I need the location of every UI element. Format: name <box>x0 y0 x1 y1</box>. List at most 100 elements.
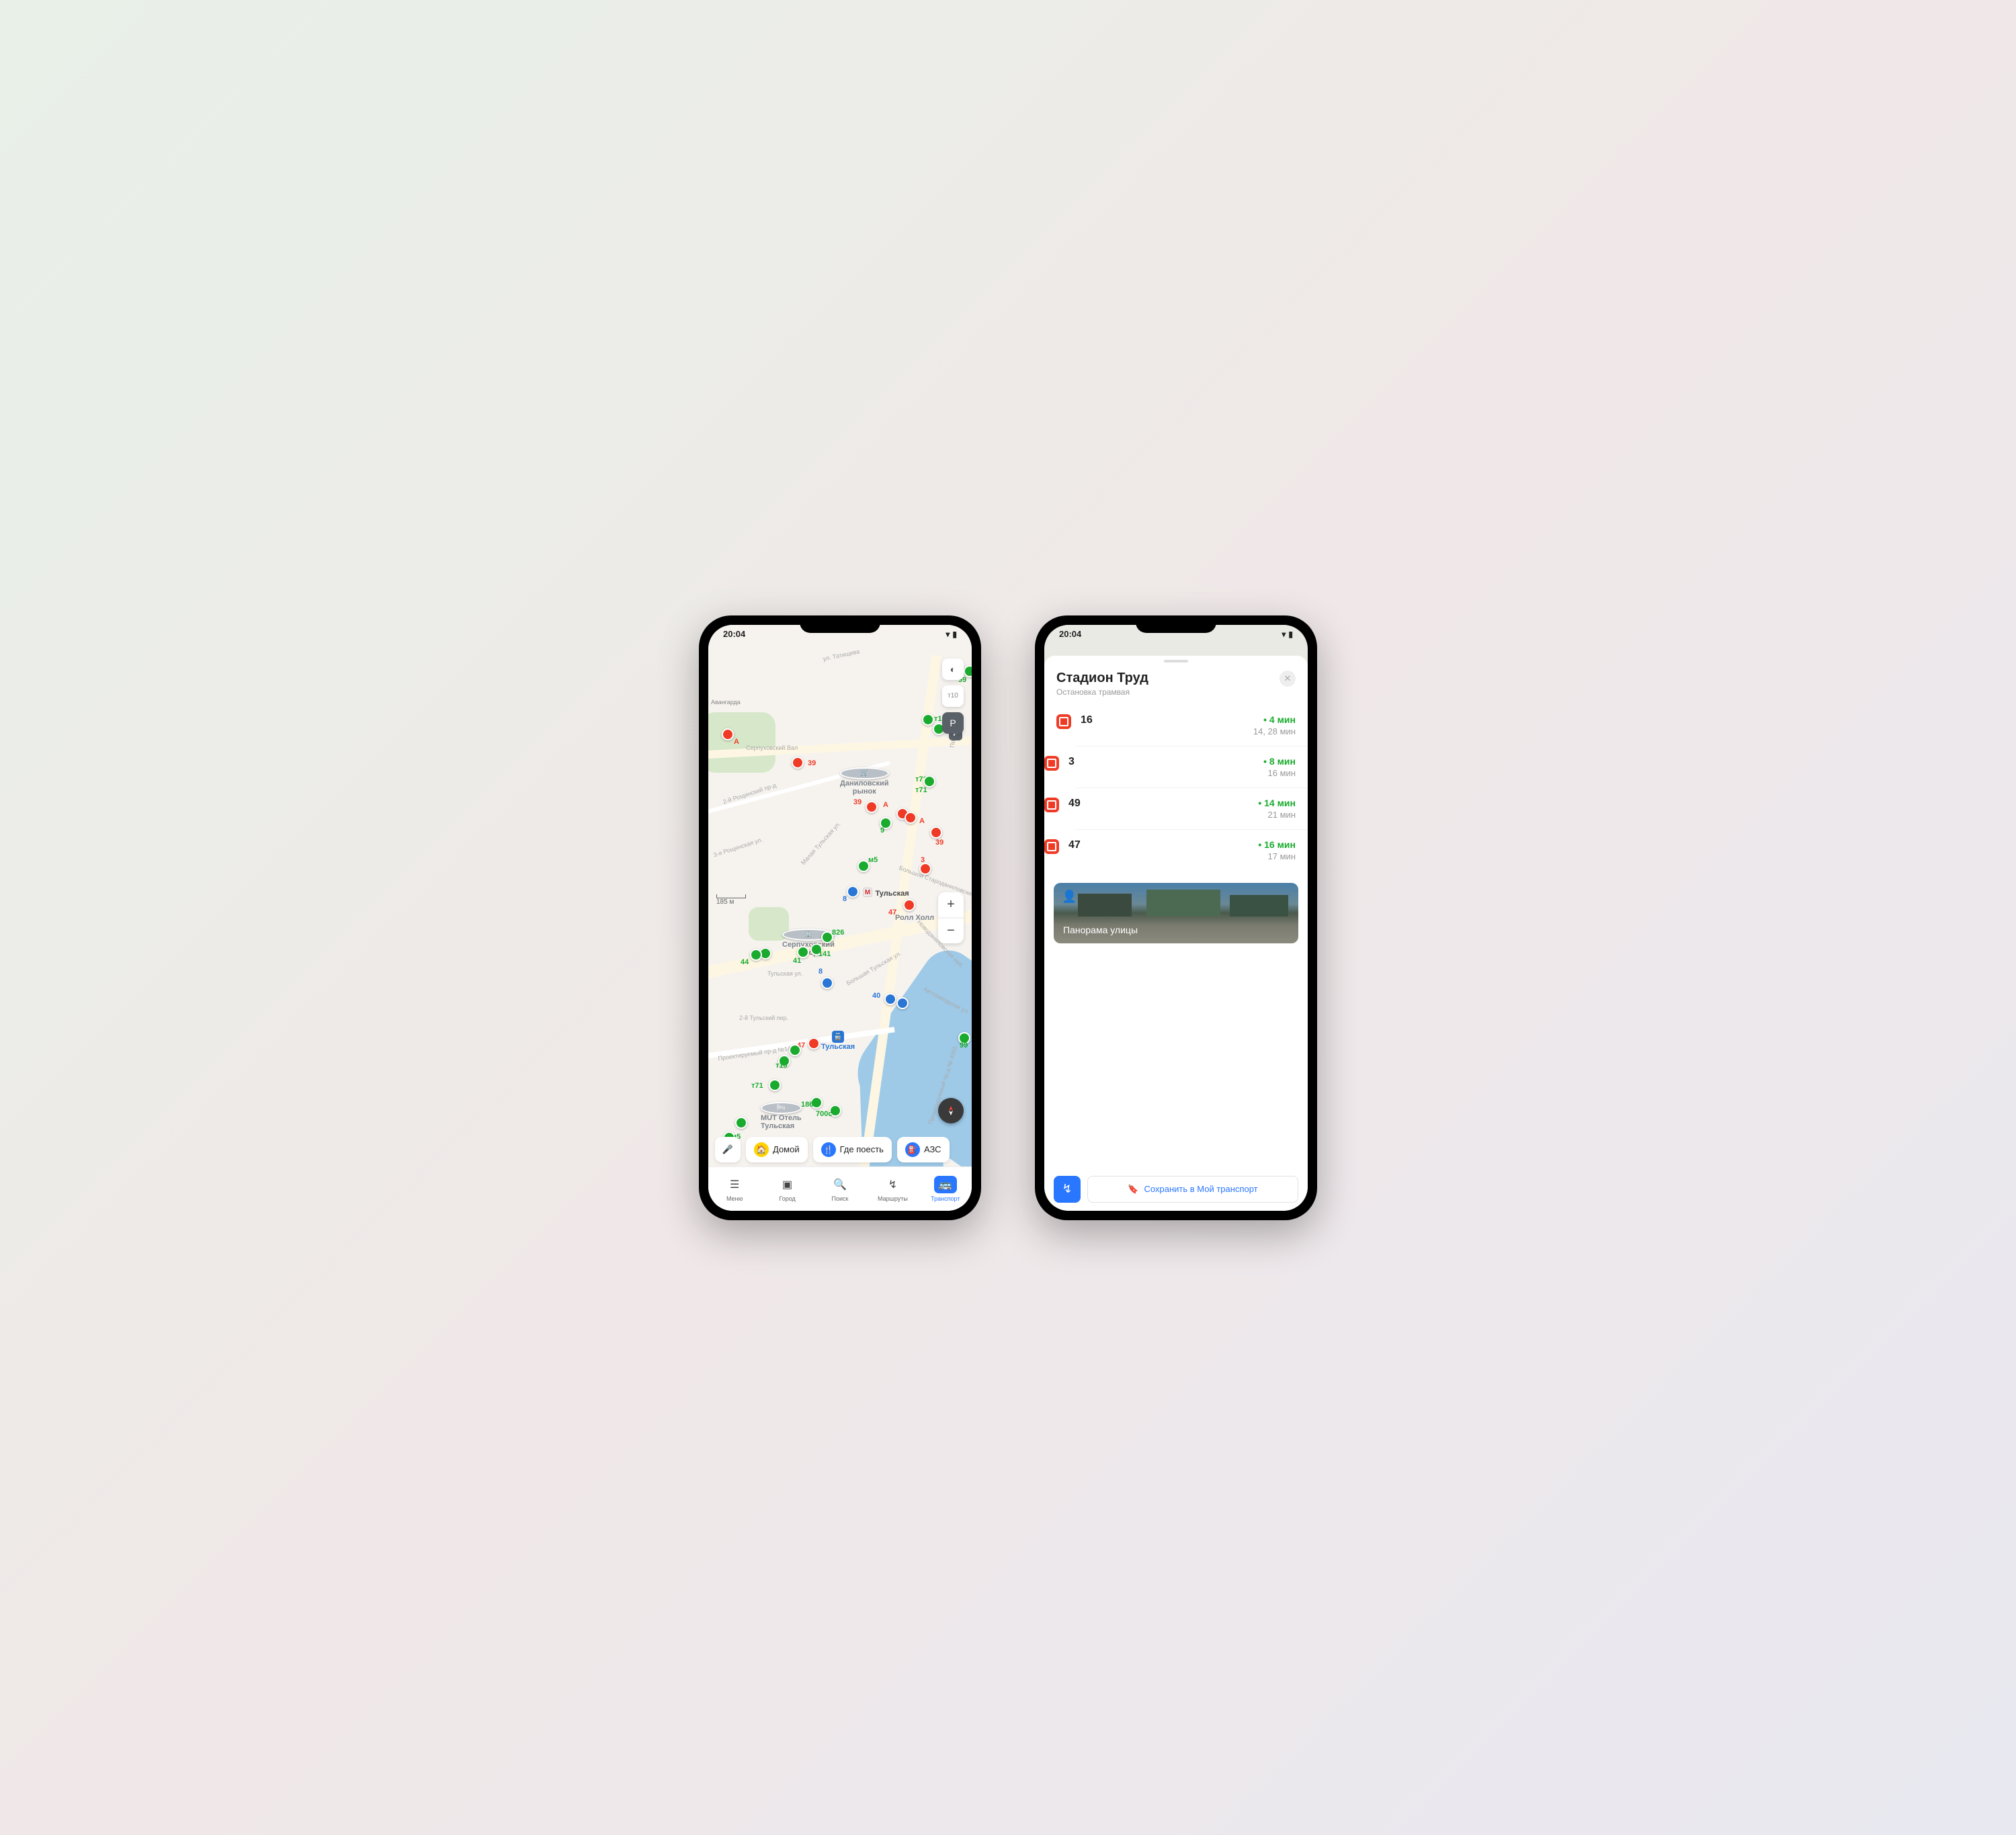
bus-marker[interactable] <box>922 714 934 726</box>
nav-routes[interactable]: ↯Маршруты <box>866 1167 919 1211</box>
marker-label: 40 <box>872 992 880 1000</box>
chip-gas[interactable]: ⛽АЗС <box>897 1137 950 1162</box>
tram-marker[interactable] <box>866 801 878 813</box>
zoom-out-button[interactable]: − <box>938 918 964 943</box>
marker-label: 99 <box>960 1041 968 1050</box>
bookmark-icon: 🔖 <box>1128 1184 1138 1195</box>
chip-label: Домой <box>773 1144 800 1154</box>
tram-icon <box>1044 798 1059 812</box>
tram-marker[interactable] <box>930 826 942 839</box>
tram-marker[interactable] <box>808 1037 820 1050</box>
close-icon: ✕ <box>1284 673 1292 684</box>
bus-marker[interactable] <box>964 665 972 677</box>
marker-label: т71 <box>751 1082 763 1090</box>
marker-label: 47 <box>888 908 896 916</box>
route-row[interactable]: 47 16 мин 17 мин <box>1075 829 1308 871</box>
route-number: 49 <box>1068 798 1258 810</box>
marker-label: 41 <box>793 957 801 965</box>
street-label: 3-я Рощинская ул. <box>712 836 763 858</box>
save-transport-button[interactable]: 🔖 Сохранить в Мой транспорт <box>1087 1176 1298 1203</box>
marker-label: 9 <box>880 826 884 835</box>
market-icon: 🛒 <box>840 767 889 779</box>
map-canvas[interactable]: ул. Татищева Серпуховский Вал 2-й Рощинс… <box>708 625 972 1211</box>
marker-label: т71 <box>915 786 927 794</box>
zoom-in-button[interactable]: + <box>938 892 964 918</box>
parking-toggle[interactable]: P <box>942 712 964 734</box>
extra-button[interactable]: т10 <box>942 685 964 707</box>
panorama-icon: 👤 <box>1062 890 1077 904</box>
route-next: 14, 28 мин <box>1253 726 1296 736</box>
tram-marker[interactable] <box>722 728 734 740</box>
route-next: 16 мин <box>1263 768 1296 778</box>
tram-icon <box>1056 714 1071 729</box>
marker-label: 39 <box>808 759 816 767</box>
metro-marker[interactable] <box>821 977 833 989</box>
metro-marker[interactable] <box>847 886 859 898</box>
zoom-control: + − <box>938 892 964 943</box>
marker-label: 141 <box>818 950 831 958</box>
nav-transport[interactable]: 🚌Транспорт <box>919 1167 972 1211</box>
tram-marker[interactable] <box>919 863 931 875</box>
poi-tulskaya-metro[interactable]: М Тульская <box>863 887 909 899</box>
chip-label: Где поесть <box>840 1144 884 1154</box>
status-icons: ▾ ▮ <box>946 630 957 639</box>
bus-marker[interactable] <box>750 949 762 961</box>
route-row[interactable]: 49 14 мин 21 мин <box>1075 787 1308 829</box>
nav-city[interactable]: ▣Город <box>761 1167 813 1211</box>
marker-label: А <box>919 817 925 825</box>
map-screen: ул. Татищева Серпуховский Вал 2-й Рощинс… <box>708 625 972 1211</box>
nav-search[interactable]: 🔍Поиск <box>814 1167 866 1211</box>
tram-icon <box>1044 839 1059 854</box>
chip-home[interactable]: 🏠Домой <box>746 1137 808 1162</box>
clock: 20:04 <box>723 629 745 639</box>
nav-label: Меню <box>726 1195 743 1202</box>
nav-menu[interactable]: ☰Меню <box>708 1167 761 1211</box>
bottom-nav: ☰Меню ▣Город 🔍Поиск ↯Маршруты 🚌Транспорт <box>708 1166 972 1211</box>
street-label: Тульская ул. <box>767 970 802 977</box>
marker-label: 44 <box>741 958 749 966</box>
marker-label: 8 <box>818 968 823 976</box>
metro-marker[interactable] <box>884 993 896 1005</box>
routes-icon: ↯ <box>881 1176 904 1193</box>
marker-label: А <box>883 801 888 809</box>
detail-screen: 20:04 ▾ ▮ Стадион Труд Остановка трамвая… <box>1044 625 1308 1211</box>
compass-button[interactable] <box>938 1098 964 1123</box>
nav-label: Поиск <box>832 1195 849 1202</box>
marker-label: 186 <box>801 1101 813 1109</box>
food-icon: 🍴 <box>821 1142 836 1157</box>
sheet-handle[interactable] <box>1164 660 1188 663</box>
route-icon: ↯ <box>1062 1182 1072 1196</box>
scale-indicator: 185 м <box>716 894 746 906</box>
voice-search-button[interactable]: 🎤 <box>715 1137 741 1162</box>
wifi-icon: ▾ <box>946 630 950 639</box>
hotel-icon: 🛏 <box>761 1102 802 1114</box>
bus-marker[interactable] <box>789 1044 801 1056</box>
poi-label: Авангарда <box>711 699 741 706</box>
route-row[interactable]: 16 4 мин 14, 28 мин <box>1044 705 1308 746</box>
bottom-actions: ↯ 🔖 Сохранить в Мой транспорт <box>1054 1176 1298 1203</box>
rail-icon: 🚆 <box>832 1031 844 1043</box>
route-row[interactable]: 3 8 мин 16 мин <box>1075 746 1308 787</box>
poi-tulskaya-rail[interactable]: 🚆 Тульская <box>821 1031 855 1051</box>
tram-marker[interactable] <box>905 812 917 824</box>
marker-label: 3 <box>921 856 925 864</box>
street-panorama[interactable]: 👤 Панорама улицы <box>1054 883 1298 943</box>
route-eta: 14 мин <box>1258 798 1296 808</box>
poi-danilovsky[interactable]: 🛒 Даниловский рынок <box>840 767 889 796</box>
tram-marker[interactable] <box>903 899 915 911</box>
route-eta: 8 мин <box>1263 756 1296 767</box>
poi-label: Ролл Холл <box>895 914 934 922</box>
marker-label: 826 <box>832 929 844 937</box>
build-route-button[interactable]: ↯ <box>1054 1176 1081 1203</box>
layers-button[interactable]: ◐ <box>942 658 964 680</box>
metro-icon: М <box>863 888 872 897</box>
bus-marker[interactable] <box>735 1117 747 1129</box>
poi-mut-hotel[interactable]: 🛏 MUT Отель Тульская <box>761 1102 802 1130</box>
chip-food[interactable]: 🍴 Где поесть <box>813 1137 892 1162</box>
map-controls-top: ◐ т10 P <box>942 658 964 734</box>
metro-marker[interactable] <box>896 997 909 1009</box>
poi-label: Тульская <box>821 1043 855 1051</box>
close-button[interactable]: ✕ <box>1279 671 1296 687</box>
bus-marker[interactable] <box>769 1079 781 1091</box>
tram-marker[interactable] <box>792 757 804 769</box>
